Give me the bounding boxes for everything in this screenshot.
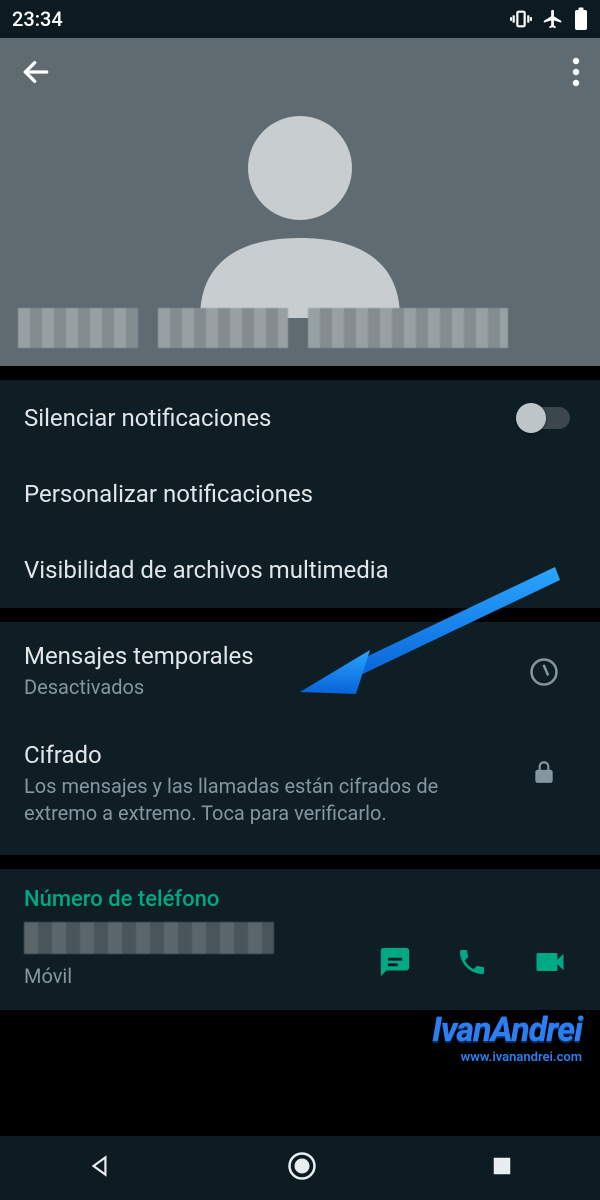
message-icon bbox=[378, 945, 412, 979]
disappearing-messages-row[interactable]: Mensajes temporales Desactivados bbox=[0, 622, 600, 721]
back-button[interactable] bbox=[20, 56, 52, 92]
encryption-row[interactable]: Cifrado Los mensajes y las llamadas está… bbox=[0, 721, 600, 855]
avatar[interactable] bbox=[170, 108, 430, 318]
phone-panel: Número de teléfono Móvil bbox=[0, 869, 600, 1010]
phone-type: Móvil bbox=[24, 964, 274, 988]
voice-call-button[interactable] bbox=[456, 946, 488, 982]
encryption-label: Cifrado bbox=[24, 741, 492, 769]
disappearing-label: Mensajes temporales bbox=[24, 642, 512, 670]
battery-icon bbox=[574, 7, 588, 31]
nav-back-icon bbox=[87, 1153, 113, 1179]
more-options-button[interactable] bbox=[572, 57, 580, 91]
android-status-bar: 23:34 bbox=[0, 0, 600, 38]
custom-label: Personalizar notificaciones bbox=[24, 480, 576, 508]
phone-icon bbox=[456, 946, 488, 978]
watermark-url: www.ivanandrei.com bbox=[432, 1050, 582, 1065]
more-vertical-icon bbox=[572, 57, 580, 87]
contact-profile-header bbox=[0, 38, 600, 366]
video-icon bbox=[532, 944, 568, 980]
nav-recents-button[interactable] bbox=[491, 1155, 513, 1181]
custom-notifications-row[interactable]: Personalizar notificaciones bbox=[0, 456, 600, 532]
message-button[interactable] bbox=[378, 945, 412, 983]
mute-toggle[interactable] bbox=[518, 407, 570, 429]
nav-home-icon bbox=[287, 1151, 317, 1181]
watermark-name: IvanAndrei bbox=[432, 1010, 582, 1050]
nav-recents-icon bbox=[491, 1155, 513, 1177]
avatar-placeholder-icon bbox=[170, 108, 430, 318]
android-nav-bar bbox=[0, 1136, 600, 1200]
lock-icon bbox=[531, 759, 557, 785]
media-label: Visibilidad de archivos multimedia bbox=[24, 556, 576, 584]
video-call-button[interactable] bbox=[532, 944, 568, 984]
nav-home-button[interactable] bbox=[287, 1151, 317, 1185]
timer-icon bbox=[529, 657, 559, 687]
vibrate-icon bbox=[510, 8, 532, 30]
status-icons bbox=[510, 7, 588, 31]
back-arrow-icon bbox=[20, 56, 52, 88]
watermark: IvanAndrei www.ivanandrei.com bbox=[432, 1010, 582, 1065]
airplane-icon bbox=[542, 8, 564, 30]
media-visibility-row[interactable]: Visibilidad de archivos multimedia bbox=[0, 532, 600, 608]
notifications-panel: Silenciar notificaciones Personalizar no… bbox=[0, 380, 600, 608]
mute-notifications-row[interactable]: Silenciar notificaciones bbox=[0, 380, 600, 456]
phone-number-redacted bbox=[24, 922, 274, 954]
encryption-sub: Los mensajes y las llamadas están cifrad… bbox=[24, 773, 492, 827]
phone-section-header: Número de teléfono bbox=[0, 869, 600, 916]
phone-number-block[interactable]: Móvil bbox=[24, 922, 274, 988]
disappearing-sub: Desactivados bbox=[24, 674, 512, 701]
mute-label: Silenciar notificaciones bbox=[24, 404, 512, 432]
privacy-panel: Mensajes temporales Desactivados Cifrado… bbox=[0, 622, 600, 855]
clock: 23:34 bbox=[12, 7, 63, 31]
nav-back-button[interactable] bbox=[87, 1153, 113, 1183]
contact-name-redacted bbox=[18, 304, 582, 352]
